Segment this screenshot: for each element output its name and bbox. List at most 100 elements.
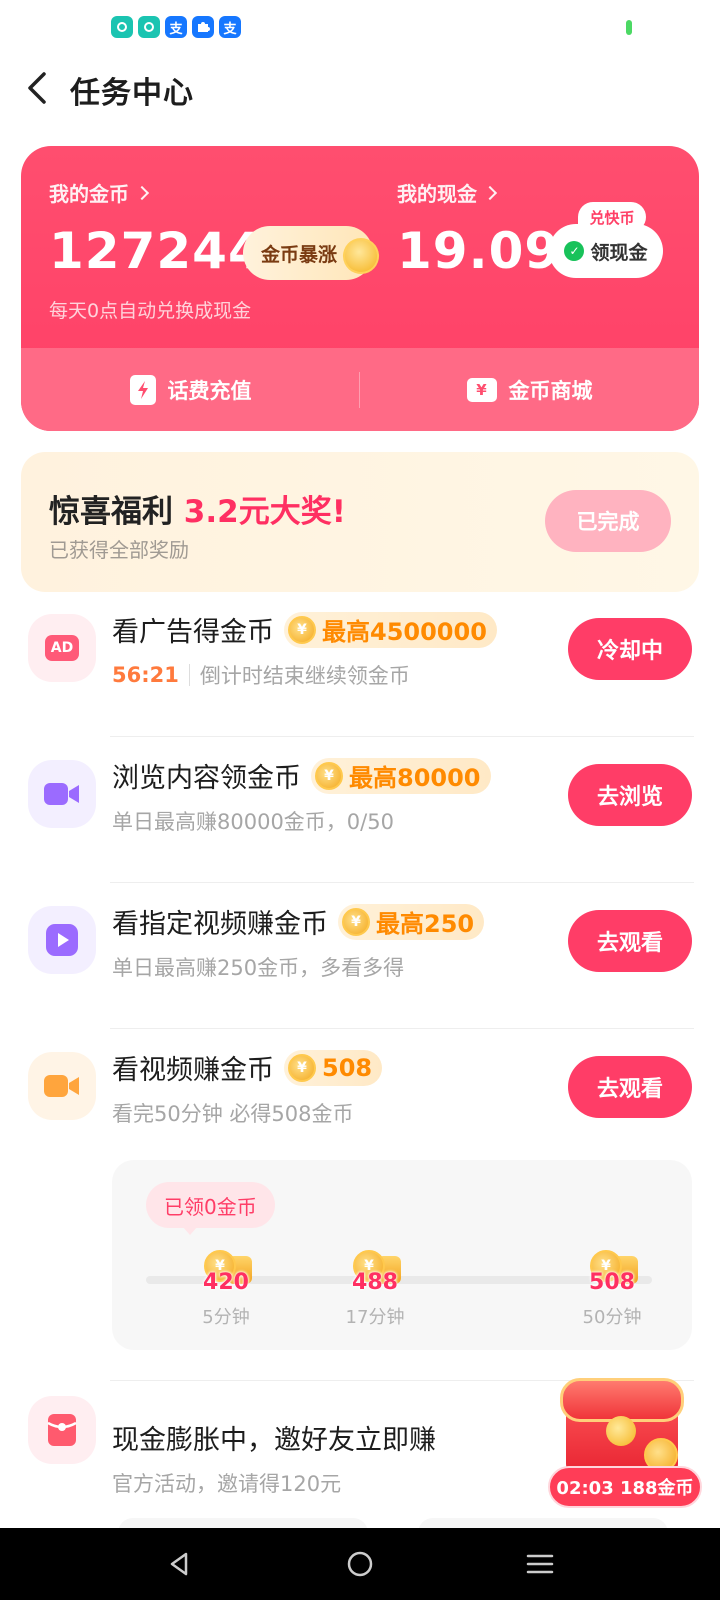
chest-timer-badge[interactable]: 02:03 188金币 (548, 1466, 702, 1508)
reward-value: 最高250 (376, 910, 475, 938)
menu-nav-icon[interactable] (522, 1546, 558, 1582)
header: 任务中心 (0, 58, 720, 118)
milestone-value: 488 (352, 1270, 398, 1295)
task-title: 看广告得金币 ¥ 最高4500000 (112, 610, 497, 649)
wallet-actions: 话费充值 ¥ 金币商城 (21, 348, 699, 431)
status-bar: 支 支 (0, 0, 720, 52)
ad-icon: AD (28, 614, 96, 682)
reward-value: 最高4500000 (322, 618, 487, 646)
page-title: 任务中心 (70, 76, 194, 111)
task-title-text: 看广告得金币 (112, 617, 274, 648)
task-subtitle: 单日最高赚250金币，多看多得 (112, 952, 404, 982)
battery-icon (626, 20, 632, 35)
task-subtitle-text: 看完50分钟 必得508金币 (112, 1102, 354, 1126)
withdraw-cash-button[interactable]: ✓ 领现金 (549, 224, 663, 278)
task-title-text: 现金膨胀中，邀好友立即赚 (112, 1425, 436, 1456)
task-item-watch-video: 看视频赚金币 ¥ 508 看完50分钟 必得508金币 去观看 (0, 1024, 720, 1170)
home-nav-icon[interactable] (342, 1546, 378, 1582)
coin-mall-button[interactable]: ¥ 金币商城 (360, 348, 699, 431)
milestone: ¥ 420 5分钟 (186, 1248, 266, 1329)
task-subtitle: 看完50分钟 必得508金币 (112, 1098, 353, 1128)
milestone-value: 508 (589, 1270, 635, 1295)
chevron-right-icon (482, 185, 498, 200)
chevron-right-icon (134, 185, 150, 200)
back-arrow-icon[interactable] (22, 70, 58, 106)
task-subtitle: 单日最高赚80000金币，0/50 (112, 806, 394, 836)
browse-button[interactable]: 去浏览 (568, 764, 692, 826)
milestone-time: 17分钟 (345, 1307, 405, 1328)
milestone-time: 50分钟 (582, 1307, 642, 1328)
reward-badge: ¥ 最高80000 (311, 757, 491, 794)
video-camera-icon (28, 1052, 96, 1120)
task-subtitle-text: 单日最高赚80000金币，0/50 (112, 810, 394, 834)
task-subtitle-text: 单日最高赚250金币，多看多得 (112, 956, 405, 980)
lightning-icon (129, 374, 156, 405)
play-icon (28, 906, 96, 974)
next-row-preview (118, 1518, 698, 1548)
milestone: ¥ 508 50分钟 (572, 1248, 652, 1329)
chat-icon (111, 16, 133, 38)
coin-mall-label: 金币商城 (508, 378, 593, 403)
notification-icons: 支 支 (111, 16, 241, 38)
watch-button[interactable]: 去观看 (568, 1056, 692, 1118)
chat-icon (138, 16, 160, 38)
my-coins-link[interactable]: 我的金币 (49, 178, 150, 207)
milestone-value: 420 (203, 1270, 249, 1295)
task-subtitle: 56:21 倒计时结束继续领金币 (112, 660, 410, 690)
task-item-ad: AD 看广告得金币 ¥ 最高4500000 56:21 倒计时结束继续领金币 冷… (0, 586, 720, 732)
coin-icon: ¥ (342, 907, 370, 936)
reward-value: 508 (322, 1053, 373, 1082)
coins-balance: 127244 (49, 222, 264, 280)
auto-exchange-note: 每天0点自动兑换成现金 (49, 300, 252, 322)
task-title: 现金膨胀中，邀好友立即赚 (112, 1418, 436, 1457)
my-cash-label: 我的现金 (397, 182, 477, 206)
reward-badge: ¥ 508 (284, 1049, 383, 1086)
countdown-timer: 56:21 (112, 663, 179, 687)
bonus-title-prefix: 惊喜福利 (49, 494, 184, 530)
red-envelope-icon (28, 1396, 96, 1464)
bonus-subtitle: 已获得全部奖励 (49, 538, 189, 562)
cooldown-button[interactable]: 冷却中 (568, 618, 692, 680)
withdraw-cash-label: 领现金 (590, 241, 648, 264)
reward-value: 最高80000 (349, 764, 481, 792)
bonus-title-highlight: 3.2元大奖! (183, 494, 346, 530)
watch-button[interactable]: 去观看 (568, 910, 692, 972)
reward-badge: ¥ 最高250 (338, 903, 485, 940)
milestone: ¥ 488 17分钟 (335, 1248, 415, 1329)
task-title-text: 浏览内容领金币 (112, 763, 301, 794)
cash-balance: 19.09 (397, 222, 561, 280)
task-subtitle-text: 倒计时结束继续领金币 (199, 664, 410, 688)
task-item-video: 看指定视频赚金币 ¥ 最高250 单日最高赚250金币，多看多得 去观看 (0, 878, 720, 1024)
exchange-badge: 兑快币 (578, 202, 646, 232)
ticket-icon: ¥ (466, 377, 497, 402)
reward-badge: ¥ 最高4500000 (284, 611, 497, 648)
video-camera-icon (28, 760, 96, 828)
task-title: 看指定视频赚金币 ¥ 最高250 (112, 902, 485, 941)
task-title-text: 看视频赚金币 (112, 1055, 274, 1086)
coin-icon: ¥ (288, 615, 316, 644)
phone-recharge-button[interactable]: 话费充值 (21, 348, 360, 431)
task-subtitle: 官方活动，邀请得120元 (112, 1468, 341, 1498)
completed-button[interactable]: 已完成 (545, 490, 671, 552)
puzzle-icon (192, 16, 214, 38)
coin-icon: ¥ (288, 1053, 316, 1082)
alipay-icon: 支 (219, 16, 241, 38)
milestone-time: 5分钟 (202, 1307, 250, 1328)
task-item-browse: 浏览内容领金币 ¥ 最高80000 单日最高赚80000金币，0/50 去浏览 (0, 732, 720, 878)
task-subtitle-text: 官方活动，邀请得120元 (112, 1472, 342, 1496)
task-title-text: 看指定视频赚金币 (112, 909, 328, 940)
bubble-tail (182, 1226, 198, 1235)
bonus-title: 惊喜福利 3.2元大奖! (49, 486, 346, 531)
task-title: 浏览内容领金币 ¥ 最高80000 (112, 756, 491, 795)
back-nav-icon[interactable] (162, 1546, 198, 1582)
wechat-icon: ✓ (564, 241, 585, 261)
alipay-icon: 支 (165, 16, 187, 38)
divider (188, 664, 190, 686)
wallet-card: 我的金币 127244 金币暴涨 我的现金 19.09 ✓ 领现金 每天0点自动… (21, 146, 699, 431)
bonus-card: 惊喜福利 3.2元大奖! 已获得全部奖励 已完成 (21, 452, 699, 592)
phone-recharge-label: 话费充值 (167, 378, 252, 403)
coin-icon: ¥ (315, 761, 343, 790)
system-navigation-bar (0, 1528, 720, 1600)
my-cash-link[interactable]: 我的现金 (397, 178, 498, 207)
claimed-coins-bubble: 已领0金币 (146, 1182, 275, 1228)
